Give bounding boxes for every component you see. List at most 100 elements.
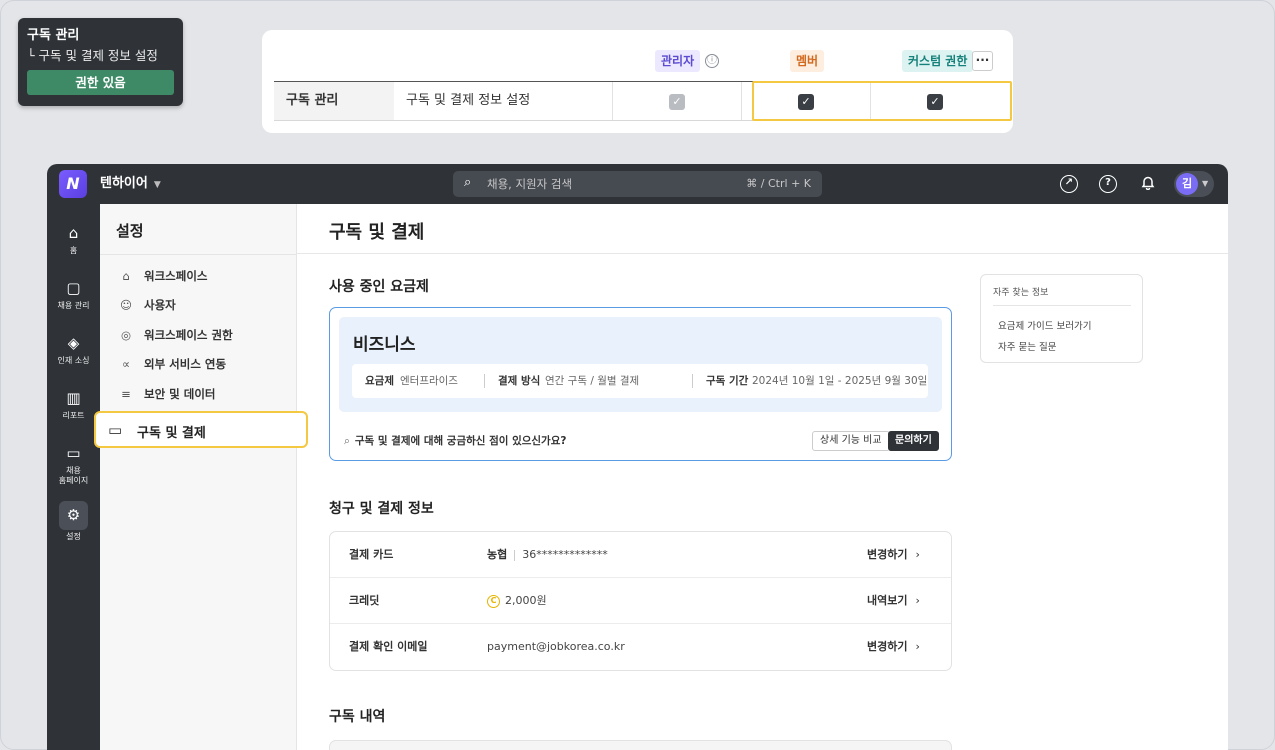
main-content: 구독 및 결제 사용 중인 요금제 비즈니스 요금제 엔터프라이즈 결제 방식 … [297,204,1228,750]
action-label: 변경하기 [867,640,908,653]
question-text: 구독 및 결제에 대해 궁금하신 점이 있으신가요? [354,435,567,447]
period-value: 2024년 10월 1일 - 2025년 9월 30일 [752,375,928,387]
chevron-down-icon: ▼ [153,180,161,190]
period-key: 구독 기간 [706,375,749,387]
history-heading: 구독 내역 [329,709,386,725]
plan-name: 비즈니스 [353,335,416,355]
credit-card-icon: ▭ [108,421,123,439]
sidebar-item-billing[interactable]: ▭ 구독 및 결제 [94,411,308,448]
header-member: 멤버 [790,50,825,72]
divider [993,305,1131,306]
search-placeholder: 채용, 지원자 검색 [487,177,573,191]
plan-question: ⌕ 구독 및 결제에 대해 궁금하신 점이 있으신가요? [344,433,566,448]
compare-features-button[interactable]: 상세 기능 비교 [812,431,890,451]
faq-link-faq[interactable]: 자주 묻는 질문 [998,339,1056,353]
help-icon[interactable]: ? [1099,175,1117,193]
shield-icon: ◎ [120,328,132,342]
rail-item-home[interactable]: ⌂ 홈 [47,224,100,256]
admin-checkbox: ✓ [669,94,685,110]
billing-row-card: 결제 카드 농협 36************* 변경하기 › [330,532,951,578]
divider [297,253,1228,254]
user-avatar-menu[interactable]: 김 ▼ [1174,171,1214,197]
workspace-switcher[interactable]: 텐하이어 ▼ [100,164,161,205]
layers-icon: ◈ [67,334,80,352]
billing-value: 농협 36************* [487,532,608,578]
billing-key: 결제 카드 [349,548,394,561]
billing-card: 결제 카드 농협 36************* 변경하기 › 크레딧 C 2,000… [329,531,952,671]
chevron-right-icon: › [915,548,920,561]
rail-label: 채용 관리 [57,301,90,310]
divider [484,374,485,388]
highlight-box [752,81,1012,121]
rail-item-settings[interactable]: ⚙ 설정 [47,506,100,542]
sidebar-item-label: 사용자 [144,298,176,312]
rail-item-report[interactable]: ▥ 리포트 [47,389,100,421]
column-divider [612,82,613,120]
page-title: 구독 및 결제 [329,222,425,243]
gear-icon: ⚙ [66,506,81,524]
permission-table-card: 관리자 ⓘ 멤버 커스텀 권한 ··· 구독 관리 구독 및 결제 정보 설정 … [262,30,1013,133]
faq-link-plan-guide[interactable]: 요금제 가이드 보러가기 [998,318,1091,332]
column-divider [741,82,742,120]
sidebar-item-integrations[interactable]: ∝ 외부 서비스 연동 [118,356,226,372]
sidebar-item-permissions[interactable]: ◎ 워크스페이스 권한 [118,327,233,343]
more-options-icon[interactable]: ··· [972,51,993,71]
nav-rail: ⌂ 홈 ▢ 채용 관리 ◈ 인재 소싱 ▥ 리포트 ▭ 채용 홈페이지 ⚙ 설정 [47,204,100,750]
building-icon: ⌂ [122,269,130,283]
view-history-button[interactable]: 내역보기 › [867,578,920,624]
permission-category: 구독 관리 [274,82,394,120]
history-table [329,740,952,750]
divider [100,254,297,255]
bar-chart-icon: ▥ [66,389,81,407]
plan-summary: 비즈니스 요금제 엔터프라이즈 결제 방식 연간 구독 / 월별 결제 구독 기… [339,317,942,412]
search-bar[interactable]: ⌕ 채용, 지원자 검색 ⌘ / Ctrl + K [453,171,822,197]
change-card-button[interactable]: 변경하기 › [867,532,920,578]
sidebar-item-workspace[interactable]: ⌂ 워크스페이스 [118,268,207,284]
plan-key: 요금제 [365,375,394,387]
permission-item: 구독 및 결제 정보 설정 [406,93,531,108]
rail-label: 홈페이지 [58,476,89,485]
rail-label: 채용 [66,466,81,475]
header-custom: 커스텀 권한 [902,50,974,72]
rail-label: 리포트 [62,411,85,420]
sidebar-title: 설정 [116,222,144,240]
header-admin: 관리자 [655,50,701,72]
rail-item-sourcing[interactable]: ◈ 인재 소싱 [47,334,100,366]
home-icon: ⌂ [68,224,79,242]
billing-row-credit: 크레딧 C 2,000원 내역보기 › [330,578,951,624]
permission-tooltip: 구독 관리 └ 구독 및 결제 정보 설정 권한 있음 [18,18,183,106]
permission-granted-badge: 권한 있음 [27,70,174,95]
settings-sidebar: 설정 ⌂ 워크스페이스 ☺ 사용자 ◎ 워크스페이스 권한 ∝ 외부 서비스 연동 ≡ 보… [94,204,308,750]
sidebar-item-users[interactable]: ☺ 사용자 [118,297,176,313]
faq-title: 자주 찾는 정보 [993,288,1049,298]
workspace-name: 텐하이어 [100,176,148,191]
contact-button[interactable]: 문의하기 [888,431,939,451]
action-label: 내역보기 [867,594,908,607]
info-icon[interactable]: ⓘ [705,54,719,68]
users-icon: ☺ [120,298,132,312]
billing-heading: 청구 및 결제 정보 [329,501,434,517]
plan-value: 엔터프라이즈 [400,375,458,387]
sidebar-item-security[interactable]: ≡ 보안 및 데이터 [118,386,215,402]
search-icon: ⌕ [464,175,472,190]
chat-icon[interactable]: ↗ [1060,175,1078,193]
change-email-button[interactable]: 변경하기 › [867,624,920,670]
rail-item-recruit[interactable]: ▢ 채용 관리 [47,279,100,311]
search-shortcut: ⌘ / Ctrl + K [746,177,811,190]
billing-key: 결제 확인 이메일 [349,640,428,653]
rail-item-homepage[interactable]: ▭ 채용 홈페이지 [47,444,100,486]
coin-icon: C [487,594,500,608]
billing-email: payment@jobkorea.co.kr [487,640,625,653]
card-number: 36************* [522,548,608,561]
sidebar-item-label: 외부 서비스 연동 [144,357,227,371]
app-logo[interactable]: N [59,170,87,198]
bell-icon[interactable] [1139,175,1157,193]
credit-amount: 2,000원 [505,594,547,607]
rail-label: 홈 [69,246,78,255]
chevron-right-icon: › [915,640,920,653]
sidebar-item-label: 워크스페이스 권한 [144,328,233,342]
tooltip-title: 구독 관리 [27,28,80,43]
current-plan-heading: 사용 중인 요금제 [329,279,429,295]
avatar: 김 [1176,173,1198,195]
permission-row: 구독 관리 구독 및 결제 정보 설정 ✓ ✓ ✓ [274,81,1012,121]
